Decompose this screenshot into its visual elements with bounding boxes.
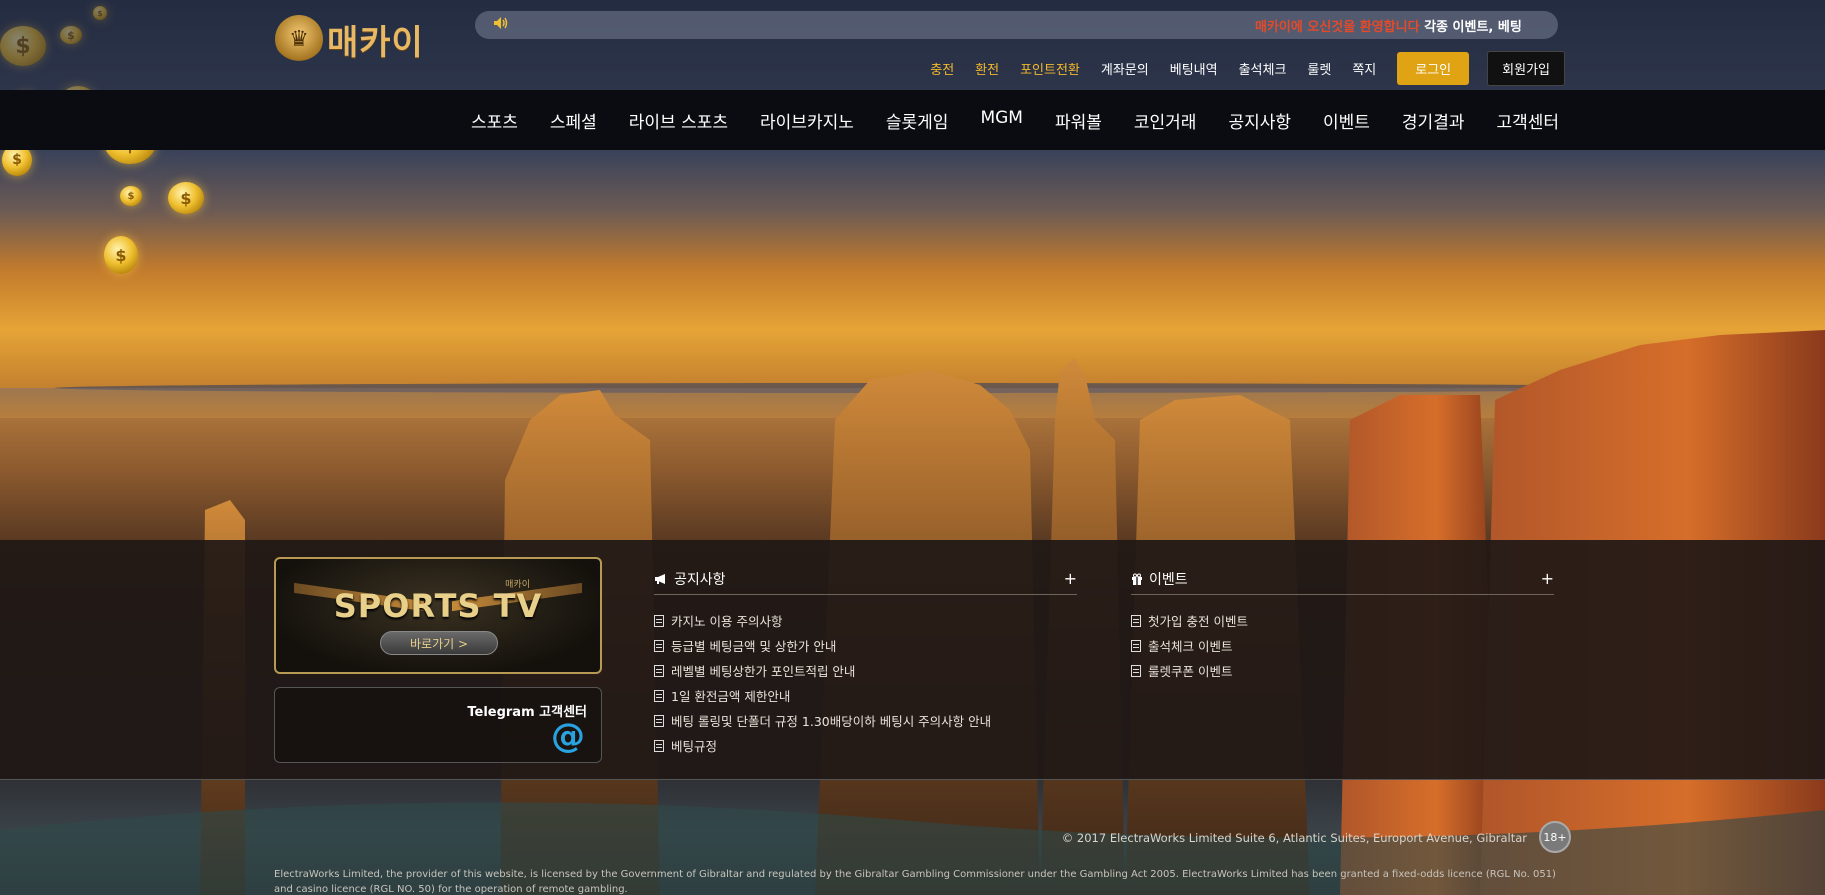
util-link-roulette[interactable]: 룰렛 — [1307, 59, 1331, 78]
util-link-deposit[interactable]: 충전 — [930, 59, 954, 78]
document-icon — [1131, 664, 1141, 677]
notice-item-label: 베팅 롤링및 단폴더 규정 1.30배당이하 베팅시 주의사항 안내 — [671, 714, 992, 729]
list-item[interactable]: 등급별 베팅금액 및 상한가 안내 — [654, 633, 1077, 658]
nav-item-live-sports[interactable]: 라이브 스포츠 — [613, 108, 744, 133]
util-link-withdraw[interactable]: 환전 — [975, 59, 999, 78]
sports-tv-go-button[interactable]: 바로가기 > — [380, 631, 498, 655]
nav-item-event[interactable]: 이벤트 — [1307, 108, 1386, 133]
document-icon — [1131, 614, 1141, 627]
util-link-attendance[interactable]: 출석체크 — [1239, 59, 1287, 78]
nav-item-sports[interactable]: 스포츠 — [455, 108, 534, 133]
util-link-point-convert[interactable]: 포인트전환 — [1020, 59, 1080, 78]
document-icon — [654, 689, 664, 702]
list-item[interactable]: 첫가입 충전 이벤트 — [1131, 608, 1554, 633]
age-restriction-badge: 18+ — [1539, 821, 1571, 853]
ticker-highlight: 매카이에 오신것을 환영합니다 — [1255, 20, 1420, 35]
document-icon — [1131, 639, 1141, 652]
list-item[interactable]: 룰렛쿠폰 이벤트 — [1131, 658, 1554, 683]
event-more-button[interactable]: + — [1541, 569, 1554, 588]
nav-item-special[interactable]: 스페셜 — [534, 108, 613, 133]
signup-button[interactable]: 회원가입 — [1487, 51, 1565, 86]
document-icon — [654, 614, 664, 627]
nav-item-powerball[interactable]: 파워볼 — [1039, 108, 1118, 133]
telegram-support-box[interactable]: Telegram 고객센터 @ — [274, 687, 602, 763]
notice-item-label: 1일 환전금액 제한안내 — [671, 689, 791, 704]
list-item[interactable]: 1일 환전금액 제한안내 — [654, 683, 1077, 708]
event-board-title: 이벤트 — [1149, 571, 1188, 588]
login-button[interactable]: 로그인 — [1397, 52, 1470, 85]
list-item[interactable]: 카지노 이용 주의사항 — [654, 608, 1077, 633]
notice-board: 공지사항 + 카지노 이용 주의사항 등급별 베팅금액 및 상한가 안내 레벨별… — [654, 563, 1077, 758]
event-item-label: 첫가입 충전 이벤트 — [1148, 614, 1248, 629]
gift-icon — [1132, 573, 1142, 585]
megaphone-icon — [655, 573, 665, 584]
site-logo[interactable]: ♛ 매카이 — [275, 14, 425, 64]
document-icon — [654, 739, 664, 752]
copyright-text: © 2017 ElectraWorks Limited Suite 6, Atl… — [1061, 831, 1527, 845]
util-link-messages[interactable]: 쪽지 — [1352, 59, 1376, 78]
notice-item-label: 카지노 이용 주의사항 — [671, 614, 783, 629]
nav-item-notice[interactable]: 공지사항 — [1212, 108, 1307, 133]
utility-nav: 충전 환전 포인트전환 계좌문의 베팅내역 출석체크 룰렛 쪽지 로그인 회원가… — [909, 51, 1565, 86]
util-link-bet-history[interactable]: 베팅내역 — [1170, 59, 1218, 78]
coin-decoration: $ — [104, 236, 138, 274]
document-icon — [654, 714, 664, 727]
notice-board-header: 공지사항 + — [654, 563, 1077, 595]
crest-icon: ♛ — [275, 15, 323, 63]
nav-item-coin-trade[interactable]: 코인거래 — [1118, 108, 1213, 133]
speaker-icon[interactable] — [493, 16, 509, 34]
nav-item-live-casino[interactable]: 라이브카지노 — [744, 108, 870, 133]
license-text: ElectraWorks Limited, the provider of th… — [274, 869, 1556, 895]
event-board-header: 이벤트 + — [1131, 563, 1554, 595]
notice-item-label: 등급별 베팅금액 및 상한가 안내 — [671, 639, 837, 654]
coin-decoration: $ — [168, 182, 204, 214]
event-item-label: 룰렛쿠폰 이벤트 — [1148, 664, 1233, 679]
ticker-message: 매카이에 오신것을 환영합니다 각종 이벤트, 베팅 — [1255, 16, 1522, 35]
document-icon — [654, 639, 664, 652]
top-header: ♛ 매카이 매카이에 오신것을 환영합니다 각종 이벤트, 베팅 충전 환전 포… — [0, 0, 1825, 90]
nav-item-mgm[interactable]: MGM — [964, 108, 1039, 133]
at-icon: @ — [551, 716, 585, 756]
logo-text: 매카이 — [327, 22, 424, 63]
document-icon — [654, 664, 664, 677]
nav-item-support[interactable]: 고객센터 — [1480, 108, 1575, 133]
list-item[interactable]: 레벨별 베팅상한가 포인트적립 안내 — [654, 658, 1077, 683]
coin-decoration: $ — [120, 186, 142, 206]
notice-item-label: 베팅규정 — [671, 739, 718, 754]
list-item[interactable]: 베팅 롤링및 단폴더 규정 1.30배당이하 베팅시 주의사항 안내 — [654, 708, 1077, 733]
nav-item-results[interactable]: 경기결과 — [1386, 108, 1481, 133]
list-item[interactable]: 베팅규정 — [654, 733, 1077, 758]
sports-tv-title: SPORTS TV — [333, 587, 543, 625]
event-board: 이벤트 + 첫가입 충전 이벤트 출석체크 이벤트 룰렛쿠폰 이벤트 — [1131, 563, 1554, 683]
notice-more-button[interactable]: + — [1064, 569, 1077, 588]
notice-item-label: 레벨별 베팅상한가 포인트적립 안내 — [671, 664, 856, 679]
nav-item-slot[interactable]: 슬롯게임 — [870, 108, 965, 133]
ticker-rest: 각종 이벤트, 베팅 — [1424, 20, 1522, 35]
announcement-ticker: 매카이에 오신것을 환영합니다 각종 이벤트, 베팅 — [475, 11, 1558, 39]
sports-tv-banner[interactable]: 매카이 SPORTS TV 바로가기 > — [274, 557, 602, 674]
event-item-label: 출석체크 이벤트 — [1148, 639, 1233, 654]
util-link-account-inquiry[interactable]: 계좌문의 — [1101, 59, 1149, 78]
list-item[interactable]: 출석체크 이벤트 — [1131, 633, 1554, 658]
notice-board-title: 공지사항 — [674, 571, 726, 588]
main-nav: 스포츠 스페셜 라이브 스포츠 라이브카지노 슬롯게임 MGM 파워볼 코인거래… — [0, 90, 1825, 150]
